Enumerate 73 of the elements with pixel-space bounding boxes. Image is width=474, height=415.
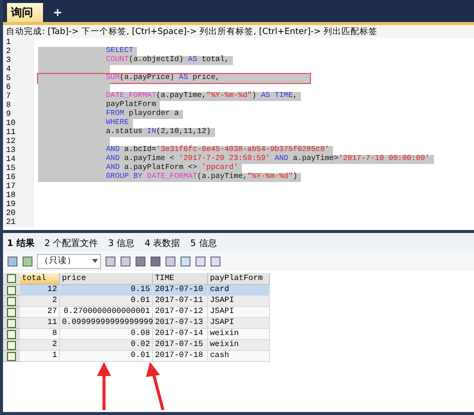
- line-number: 16: [3, 173, 34, 182]
- table-cell: JSAPI: [208, 296, 270, 307]
- arrow: [97, 362, 111, 410]
- result-tab[interactable]: 2 个配置文件: [44, 237, 98, 250]
- table-cell: card: [208, 285, 270, 296]
- line-number: 15: [3, 164, 34, 173]
- table-cell: 2017-07-13: [153, 318, 208, 329]
- row-checkbox[interactable]: [7, 308, 16, 316]
- table-cell: JSAPI: [208, 318, 270, 329]
- table-cell: 0.01: [60, 351, 153, 362]
- table-cell: 0.08: [60, 329, 153, 340]
- line-number: 3: [3, 56, 34, 65]
- table-cell: weixin: [208, 329, 270, 340]
- table-cell: 2017-07-10: [153, 285, 208, 296]
- column-header[interactable]: TIME: [153, 273, 208, 285]
- line-number: 21: [3, 218, 34, 227]
- line-number: 20: [3, 209, 34, 218]
- line-number: 10: [3, 119, 34, 128]
- table-cell: cash: [208, 351, 270, 362]
- table-cell: 1: [20, 351, 60, 362]
- line-number: 12: [3, 137, 34, 146]
- column-header[interactable]: price: [60, 273, 153, 285]
- table-cell: 12: [20, 285, 60, 296]
- result-tab[interactable]: 3 信息: [108, 237, 135, 250]
- table-cell: 2017-07-11: [153, 296, 208, 307]
- table-cell: 2017-07-14: [153, 329, 208, 340]
- line-number: 1: [3, 38, 34, 47]
- result-tab[interactable]: 5 信息: [190, 237, 217, 250]
- table-cell: 11: [20, 318, 60, 329]
- table-cell: 2017-07-15: [153, 340, 208, 351]
- column-header[interactable]: total: [20, 273, 60, 285]
- line-number: 7: [3, 92, 34, 101]
- row-checkbox[interactable]: [7, 286, 16, 294]
- table-cell: 8: [20, 329, 60, 340]
- line-number: 6: [3, 83, 34, 92]
- checkbox[interactable]: [7, 274, 16, 283]
- line-number: 2: [3, 47, 34, 56]
- table-cell: weixin: [208, 340, 270, 351]
- line-number: 17: [3, 182, 34, 191]
- query-tab[interactable]: 询问: [7, 3, 43, 22]
- arrow: [146, 362, 164, 410]
- table-cell: 0.09999999999999999: [60, 318, 153, 329]
- table-cell: 0.02: [60, 340, 153, 351]
- mode-select[interactable]: （只读）: [37, 254, 101, 268]
- result-tab[interactable]: 4 表数据: [144, 237, 180, 250]
- table-cell: 2: [20, 340, 60, 351]
- result-tab[interactable]: 1 结果: [7, 237, 34, 250]
- table-cell: 2017-07-12: [153, 307, 208, 318]
- table-cell: 2017-07-18: [153, 351, 208, 362]
- table-cell: 27: [20, 307, 60, 318]
- line-number: 4: [3, 65, 34, 74]
- row-checkbox[interactable]: [7, 352, 16, 360]
- line-number: 13: [3, 146, 34, 155]
- table-cell: 0.15: [60, 285, 153, 296]
- caret-icon: [92, 259, 98, 263]
- table-cell: 2: [20, 296, 60, 307]
- line-number: 19: [3, 200, 34, 209]
- line-number: 14: [3, 155, 34, 164]
- column-header[interactable]: payPlatForm: [208, 273, 270, 285]
- row-checkbox[interactable]: [7, 330, 16, 338]
- row-checkbox[interactable]: [7, 340, 16, 350]
- line-number: 18: [3, 191, 34, 200]
- table-cell: 0.2700000000000001: [60, 307, 153, 318]
- line-number: 9: [3, 110, 34, 119]
- table-cell: 0.01: [60, 296, 153, 307]
- query-tab[interactable]: +: [49, 3, 72, 22]
- line-number: 5: [3, 74, 34, 83]
- line-number: 11: [3, 128, 34, 137]
- line-number: 8: [3, 101, 34, 110]
- row-checkbox[interactable]: [7, 318, 16, 328]
- row-checkbox[interactable]: [7, 296, 16, 306]
- table-cell: JSAPI: [208, 307, 270, 318]
- autocomplete-hint: 自动完成: [Tab]-> 下一个标签, [Ctrl+Space]-> 列出所有标签, [Ctrl+Enter]-> 列出匹配标签: [3, 25, 474, 38]
